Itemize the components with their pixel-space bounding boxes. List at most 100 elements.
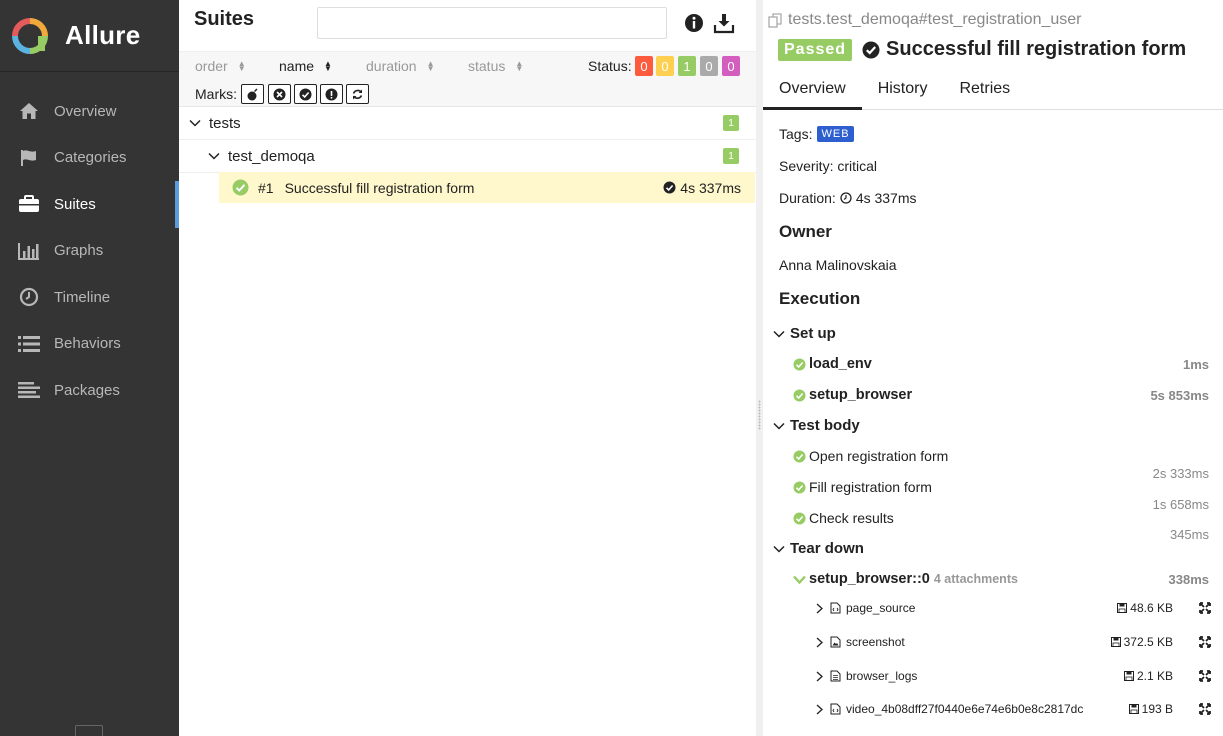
- sidebar: Allure Overview Categories Suites Graphs…: [0, 0, 179, 736]
- mark-new-broken-button[interactable]: [320, 84, 343, 104]
- step-duration: 2s 333ms: [1152, 466, 1209, 481]
- collapse-sidebar-button[interactable]: [75, 725, 103, 736]
- copy-icon[interactable]: [768, 12, 783, 28]
- step-row[interactable]: Fill registration form: [793, 479, 932, 495]
- chevron-right-icon: [816, 603, 823, 613]
- expand-icon[interactable]: [1199, 602, 1211, 614]
- clock-icon: [18, 286, 40, 308]
- status-filter-failed[interactable]: 0: [635, 56, 653, 76]
- size-text: 372.5 KB: [1123, 635, 1173, 649]
- test-body-section-toggle[interactable]: Test body: [773, 417, 860, 434]
- sort-arrows-icon: ▲ ▼: [426, 59, 435, 73]
- tree-group-tests[interactable]: tests 1: [179, 107, 756, 140]
- sort-label: order: [195, 58, 228, 74]
- sort-by-status[interactable]: status ▲ ▼: [468, 58, 523, 74]
- sidebar-item-suites[interactable]: Suites: [0, 181, 179, 228]
- step-row[interactable]: load_env: [793, 356, 872, 372]
- flag-icon: [18, 147, 40, 169]
- duration-row: Duration: 4s 337ms: [779, 190, 917, 206]
- mark-new-passed-button[interactable]: [294, 84, 317, 104]
- test-order-number: #1: [258, 179, 274, 196]
- status-filter-skipped[interactable]: 0: [700, 56, 718, 76]
- floppy-disk-icon: [1128, 704, 1139, 714]
- tags-row: Tags: WEB: [779, 126, 854, 142]
- test-case-name: Successful fill registration form: [284, 179, 475, 196]
- status-filter-passed[interactable]: 1: [678, 56, 696, 76]
- file-code-icon: [830, 703, 841, 715]
- stage-label: Set up: [790, 325, 836, 342]
- tree-group-label: test_demoqa: [228, 147, 315, 165]
- setup-section-toggle[interactable]: Set up: [773, 325, 836, 342]
- tags-label: Tags:: [779, 126, 813, 142]
- tree-group-test-demoqa[interactable]: test_demoqa 1: [179, 140, 756, 173]
- bar-chart-icon: [18, 240, 40, 262]
- check-circle-icon: [299, 88, 312, 100]
- step-name: setup_browser::0: [809, 571, 930, 587]
- floppy-disk-icon: [1117, 603, 1128, 613]
- attachment-name: page_source: [846, 601, 916, 615]
- attachment-size: 48.6 KB: [1117, 601, 1173, 615]
- sidebar-item-timeline[interactable]: Timeline: [0, 274, 179, 321]
- tag-badge: WEB: [817, 126, 854, 142]
- mark-retries-button[interactable]: [346, 84, 369, 104]
- passed-step-icon: [793, 358, 806, 370]
- sidebar-item-overview[interactable]: Overview: [0, 88, 179, 135]
- splitter-grip-icon[interactable]: [758, 400, 761, 430]
- sidebar-item-behaviors[interactable]: Behaviors: [0, 321, 179, 368]
- sidebar-item-graphs[interactable]: Graphs: [0, 228, 179, 275]
- sort-label: status: [468, 58, 506, 74]
- mark-new-failed-button[interactable]: [268, 84, 291, 104]
- passed-step-icon: [793, 450, 806, 462]
- sort-label: duration: [366, 58, 417, 74]
- step-row[interactable]: setup_browser: [793, 387, 912, 403]
- sidebar-item-packages[interactable]: Packages: [0, 367, 179, 414]
- tab-history[interactable]: History: [862, 70, 944, 110]
- teardown-step-row[interactable]: setup_browser::0 4 attachments: [793, 571, 1018, 587]
- duration-text: 4s 337ms: [680, 179, 741, 196]
- refresh-icon: [352, 89, 363, 99]
- attachment-name: video_4b08dff27f0440e6e74e6b0e8c2817dc: [846, 702, 1084, 716]
- download-icon[interactable]: [713, 12, 735, 34]
- exclamation-circle-icon: [325, 88, 338, 100]
- detail-tabs: Overview History Retries: [763, 70, 1223, 110]
- chevron-down-icon: [773, 422, 785, 430]
- chevron-down-icon: [793, 575, 806, 584]
- passed-count-badge: 1: [723, 148, 739, 164]
- attachment-name: browser_logs: [846, 669, 918, 683]
- passed-step-icon: [793, 389, 806, 401]
- pane-splitter[interactable]: [756, 0, 763, 736]
- sort-by-name[interactable]: name ▲ ▼: [279, 58, 332, 74]
- expand-icon[interactable]: [1199, 670, 1211, 682]
- sidebar-item-categories[interactable]: Categories: [0, 135, 179, 182]
- file-text-icon: [830, 670, 841, 682]
- attachment-row[interactable]: screenshot 372.5 KB: [815, 632, 1213, 652]
- tree-group-label: tests: [209, 114, 241, 132]
- attachment-name: screenshot: [846, 635, 905, 649]
- status-filter-broken[interactable]: 0: [656, 56, 674, 76]
- expand-icon[interactable]: [1199, 703, 1211, 715]
- attachment-row[interactable]: page_source 48.6 KB: [815, 598, 1213, 618]
- allure-logo-icon: [12, 17, 48, 54]
- info-icon[interactable]: [683, 12, 705, 34]
- sort-by-duration[interactable]: duration ▲ ▼: [366, 58, 435, 74]
- teardown-section-toggle[interactable]: Tear down: [773, 540, 864, 557]
- expand-icon[interactable]: [1199, 636, 1211, 648]
- test-case-row[interactable]: #1 Successful fill registration form 4s …: [219, 172, 755, 203]
- step-row[interactable]: Check results: [793, 510, 894, 526]
- attachment-row[interactable]: browser_logs 2.1 KB: [815, 666, 1213, 686]
- suites-pane: Suites order ▲ ▼ name ▲ ▼ duration ▲ ▼ stat…: [179, 0, 756, 736]
- sort-by-order[interactable]: order ▲ ▼: [195, 58, 246, 74]
- severity-row: Severity: critical: [779, 158, 878, 174]
- mark-flaky-button[interactable]: [241, 84, 264, 104]
- attachment-row[interactable]: video_4b08dff27f0440e6e74e6b0e8c2817dc 1…: [815, 699, 1213, 719]
- search-input[interactable]: [317, 7, 667, 39]
- suites-toolbar: order ▲ ▼ name ▲ ▼ duration ▲ ▼ status ▲ ▼ S…: [179, 51, 756, 107]
- tab-overview[interactable]: Overview: [763, 70, 862, 110]
- step-row[interactable]: Open registration form: [793, 448, 948, 464]
- size-text: 48.6 KB: [1130, 601, 1173, 615]
- chevron-right-icon: [816, 637, 823, 647]
- brand[interactable]: Allure: [0, 0, 179, 72]
- tab-retries[interactable]: Retries: [943, 70, 1026, 110]
- owner-heading: Owner: [779, 222, 832, 241]
- status-filter-unknown[interactable]: 0: [722, 56, 740, 76]
